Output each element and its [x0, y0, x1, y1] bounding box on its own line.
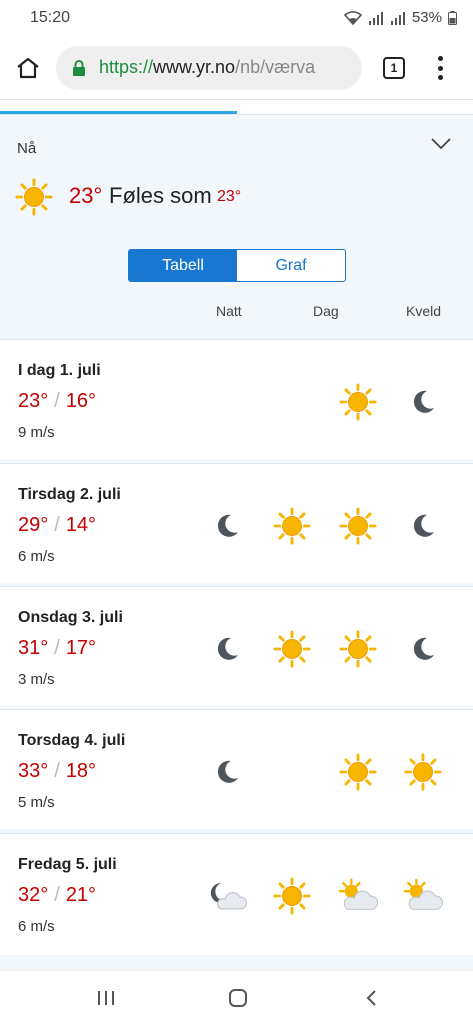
chevron-down-icon[interactable]: [430, 137, 452, 151]
moon-icon: [403, 382, 443, 422]
now-label: Nå: [17, 140, 37, 157]
day-title: Tirsdag 2. juli: [18, 486, 121, 503]
min-temperature: 17°: [65, 637, 97, 659]
column-header-evening: Kveld: [406, 303, 442, 319]
current-temperature: 23°: [69, 183, 103, 208]
status-time: 15:20: [30, 9, 71, 26]
url-text: https://www.yr.no/nb/værva: [99, 57, 315, 78]
max-temperature: 33°: [18, 760, 49, 782]
battery-percent: 53%: [411, 9, 442, 26]
sun-cloud-icon: [338, 876, 378, 916]
sun-icon: [15, 178, 53, 221]
system-navigation-bar: [0, 970, 473, 1024]
current-weather-panel: Nå 23° Føles som 23° Tabell Graf Natt Da…: [0, 114, 473, 338]
back-icon: [366, 990, 376, 1006]
moon-icon: [403, 506, 443, 546]
day-forecast-row[interactable]: Tirsdag 2. juli 29°/14° 6 m/s: [0, 463, 473, 579]
feels-like-label: Føles som: [109, 183, 212, 208]
url-path: /nb/værva: [235, 57, 316, 77]
moon-icon: [207, 506, 247, 546]
day-title: Onsdag 3. juli: [18, 609, 123, 626]
day-forecast-row[interactable]: Torsdag 4. juli 33°/18° 5 m/s: [0, 709, 473, 825]
view-toggle: Tabell Graf: [128, 249, 346, 282]
home-nav-button[interactable]: [223, 985, 253, 1011]
min-temperature: 21°: [65, 884, 97, 906]
min-temperature: 18°: [65, 760, 97, 782]
temperature-separator: /: [54, 884, 60, 906]
temperature-separator: /: [54, 390, 60, 412]
column-header-night: Natt: [216, 303, 242, 319]
wifi-icon: [343, 10, 362, 25]
wind-speed: 6 m/s: [18, 918, 55, 935]
day-temperatures: 29°/14°: [18, 514, 96, 537]
lock-icon: [73, 60, 85, 76]
sun-icon: [338, 752, 378, 792]
day-title: Fredag 5. juli: [18, 856, 117, 873]
signal-icon: [390, 11, 405, 25]
home-button[interactable]: [10, 50, 46, 86]
day-temperatures: 33°/18°: [18, 760, 96, 783]
day-title: Torsdag 4. juli: [18, 732, 126, 749]
tab-table[interactable]: Tabell: [129, 250, 237, 281]
day-forecast-row[interactable]: I dag 1. juli 23°/16° 9 m/s: [0, 339, 473, 455]
column-header-day: Dag: [313, 303, 339, 319]
recent-apps-button[interactable]: [91, 985, 121, 1011]
max-temperature: 31°: [18, 637, 49, 659]
status-icons: 53%: [343, 9, 457, 26]
status-bar: 15:20 53%: [0, 0, 473, 36]
battery-icon: [448, 10, 457, 25]
sun-icon: [338, 382, 378, 422]
sun-icon: [272, 876, 312, 916]
temperature-separator: /: [54, 760, 60, 782]
wind-speed: 9 m/s: [18, 424, 55, 441]
moon-cloud-icon: [207, 876, 247, 916]
url-scheme: https://: [99, 57, 154, 77]
day-temperatures: 32°/21°: [18, 884, 96, 907]
sun-icon: [338, 629, 378, 669]
tab-graph[interactable]: Graf: [237, 250, 345, 281]
moon-icon: [403, 629, 443, 669]
sun-icon: [272, 629, 312, 669]
signal-icon: [368, 11, 383, 25]
day-forecast-row[interactable]: Fredag 5. juli 32°/21° 6 m/s: [0, 833, 473, 949]
url-host: www.yr.no: [153, 57, 236, 77]
moon-icon: [207, 752, 247, 792]
back-button[interactable]: [356, 985, 386, 1011]
row-separator: [0, 955, 473, 970]
temperature-separator: /: [54, 637, 60, 659]
day-temperatures: 31°/17°: [18, 637, 96, 660]
wind-speed: 3 m/s: [18, 671, 55, 688]
sun-icon: [403, 752, 443, 792]
sun-icon: [338, 506, 378, 546]
day-forecast-row[interactable]: Onsdag 3. juli 31°/17° 3 m/s: [0, 586, 473, 702]
address-bar[interactable]: https://www.yr.no/nb/værva: [56, 46, 362, 90]
wind-speed: 5 m/s: [18, 794, 55, 811]
min-temperature: 16°: [65, 390, 97, 412]
day-temperatures: 23°/16°: [18, 390, 96, 413]
recent-apps-icon: [98, 991, 114, 1005]
tab-switcher-button[interactable]: 1: [383, 57, 405, 79]
sun-icon: [272, 506, 312, 546]
temperature-separator: /: [54, 514, 60, 536]
day-title: I dag 1. juli: [18, 362, 101, 379]
sun-cloud-icon: [403, 876, 443, 916]
feels-like-temperature: 23°: [217, 188, 242, 205]
max-temperature: 29°: [18, 514, 49, 536]
max-temperature: 32°: [18, 884, 49, 906]
moon-icon: [207, 629, 247, 669]
min-temperature: 14°: [65, 514, 97, 536]
wind-speed: 6 m/s: [18, 548, 55, 565]
more-menu-button[interactable]: [430, 54, 450, 82]
max-temperature: 23°: [18, 390, 49, 412]
home-circle-icon: [229, 989, 247, 1007]
browser-toolbar: https://www.yr.no/nb/værva 1: [0, 36, 473, 100]
home-icon: [17, 57, 39, 79]
